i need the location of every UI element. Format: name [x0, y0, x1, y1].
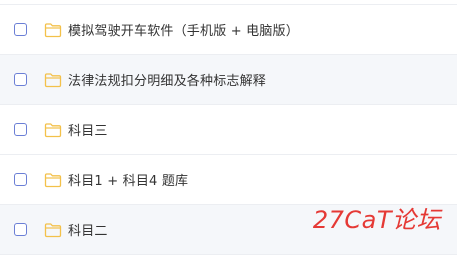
file-name[interactable]: 科目1 + 科目4 题库 [68, 170, 188, 189]
file-row[interactable]: 科目三 [0, 105, 457, 155]
folder-icon [44, 122, 62, 137]
file-list: 模拟驾驶开车软件（手机版 + 电脑版） 法律法规扣分明细及各种标志解释 科目三 … [0, 0, 457, 258]
folder-icon [44, 222, 62, 237]
file-name[interactable]: 科目二 [68, 220, 108, 239]
row-checkbox[interactable] [14, 223, 27, 236]
folder-icon [44, 172, 62, 187]
row-checkbox[interactable] [14, 73, 27, 86]
folder-icon [44, 22, 62, 37]
file-name[interactable]: 科目三 [68, 120, 108, 139]
file-name[interactable]: 模拟驾驶开车软件（手机版 + 电脑版） [68, 20, 299, 39]
watermark-text: 27CaT论坛 [312, 206, 441, 234]
row-checkbox[interactable] [14, 173, 27, 186]
file-row[interactable]: 模拟驾驶开车软件（手机版 + 电脑版） [0, 5, 457, 55]
row-checkbox[interactable] [14, 123, 27, 136]
folder-icon [44, 72, 62, 87]
file-row[interactable]: 科目1 + 科目4 题库 [0, 155, 457, 205]
file-row[interactable]: 法律法规扣分明细及各种标志解释 [0, 55, 457, 105]
file-name[interactable]: 法律法规扣分明细及各种标志解释 [68, 70, 266, 89]
row-checkbox[interactable] [14, 23, 27, 36]
